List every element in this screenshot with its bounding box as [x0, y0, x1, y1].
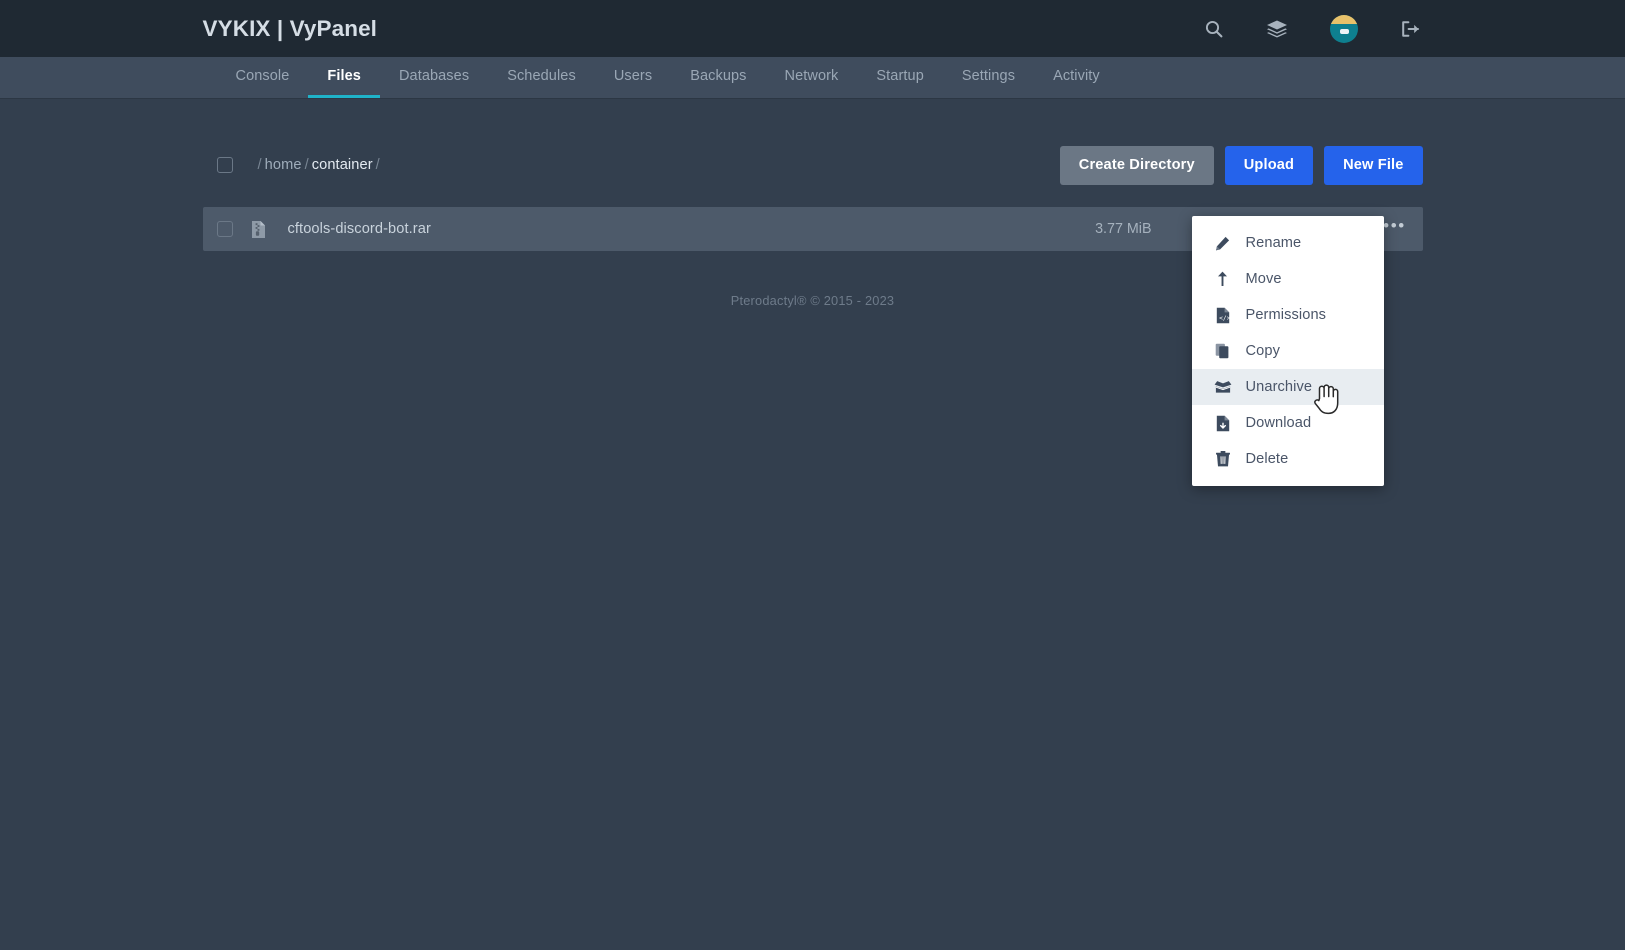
header-icon-group	[1204, 14, 1423, 43]
context-menu-item-delete[interactable]: Delete	[1192, 441, 1384, 477]
file-size-label: 3.77 MiB	[1095, 221, 1152, 237]
layers-icon[interactable]	[1266, 19, 1288, 39]
context-menu-item-label: Delete	[1245, 451, 1289, 467]
file-download-icon	[1214, 415, 1232, 432]
breadcrumb-separator-2: /	[375, 157, 380, 173]
context-menu-item-copy[interactable]: Copy	[1192, 333, 1384, 369]
breadcrumb-separator-root: /	[257, 157, 262, 173]
file-row-name-cell[interactable]: cftools-discord-bot.rar	[216, 220, 1002, 239]
context-menu-item-download[interactable]: Download	[1192, 405, 1384, 441]
context-menu-item-rename[interactable]: Rename	[1192, 225, 1384, 261]
create-directory-button[interactable]: Create Directory	[1059, 145, 1214, 185]
upload-button[interactable]: Upload	[1224, 145, 1314, 185]
main-navigation: Console Files Databases Schedules Users Backu…	[0, 57, 1625, 98]
file-manager-content: / home / container / Create Directory Upload…	[202, 98, 1423, 486]
context-menu-item-label: Download	[1245, 415, 1312, 431]
nav-item-network[interactable]: Network	[766, 57, 858, 98]
nav-item-files[interactable]: Files	[308, 57, 380, 98]
context-menu-item-label: Rename	[1245, 235, 1302, 251]
breadcrumb: / home / container /	[216, 157, 383, 173]
nav-item-databases[interactable]: Databases	[380, 57, 488, 98]
pencil-icon	[1214, 236, 1232, 251]
breadcrumb-item-home[interactable]: home	[265, 157, 302, 173]
nav-item-schedules[interactable]: Schedules	[488, 57, 595, 98]
search-icon[interactable]	[1204, 19, 1224, 39]
file-action-buttons: Create Directory Upload New File	[1059, 145, 1423, 185]
logout-icon[interactable]	[1400, 19, 1421, 39]
context-menu-item-move[interactable]: Move	[1192, 261, 1384, 297]
nav-item-activity[interactable]: Activity	[1034, 57, 1119, 98]
top-header: VYKIX | VyPanel	[0, 0, 1625, 57]
context-menu-item-unarchive[interactable]: Unarchive	[1191, 369, 1384, 405]
nav-item-users[interactable]: Users	[595, 57, 671, 98]
nav-item-startup[interactable]: Startup	[857, 57, 942, 98]
breadcrumb-separator-1: /	[304, 157, 309, 173]
context-menu-item-label: Unarchive	[1245, 379, 1313, 395]
nav-item-backups[interactable]: Backups	[671, 57, 765, 98]
context-menu-item-label: Move	[1245, 271, 1282, 287]
breadcrumb-item-container[interactable]: container	[312, 157, 373, 173]
breadcrumb-path: / home / container /	[255, 157, 383, 173]
arrow-up-icon	[1214, 271, 1232, 287]
file-toolbar: / home / container / Create Directory Upload…	[203, 143, 1423, 187]
avatar[interactable]	[1329, 14, 1358, 43]
nav-item-console[interactable]: Console	[217, 57, 309, 98]
file-code-icon: </>	[1214, 307, 1232, 324]
row-select-checkbox[interactable]	[216, 221, 233, 237]
file-archive-icon	[251, 220, 266, 239]
box-open-icon	[1214, 380, 1232, 394]
context-menu-item-label: Copy	[1245, 343, 1280, 359]
trash-icon	[1214, 451, 1232, 467]
context-menu-item-label: Permissions	[1245, 307, 1327, 323]
copy-icon	[1214, 343, 1232, 359]
new-file-button[interactable]: New File	[1324, 145, 1423, 185]
context-menu-item-permissions[interactable]: </> Permissions	[1192, 297, 1384, 333]
file-name-label[interactable]: cftools-discord-bot.rar	[288, 221, 431, 237]
svg-text:</>: </>	[1219, 315, 1230, 322]
select-all-checkbox[interactable]	[216, 157, 233, 173]
brand-title: VYKIX | VyPanel	[202, 15, 378, 41]
nav-item-settings[interactable]: Settings	[943, 57, 1034, 98]
file-context-menu: Rename Move </> Permissions Copy Unarchive Dow…	[1191, 216, 1384, 486]
